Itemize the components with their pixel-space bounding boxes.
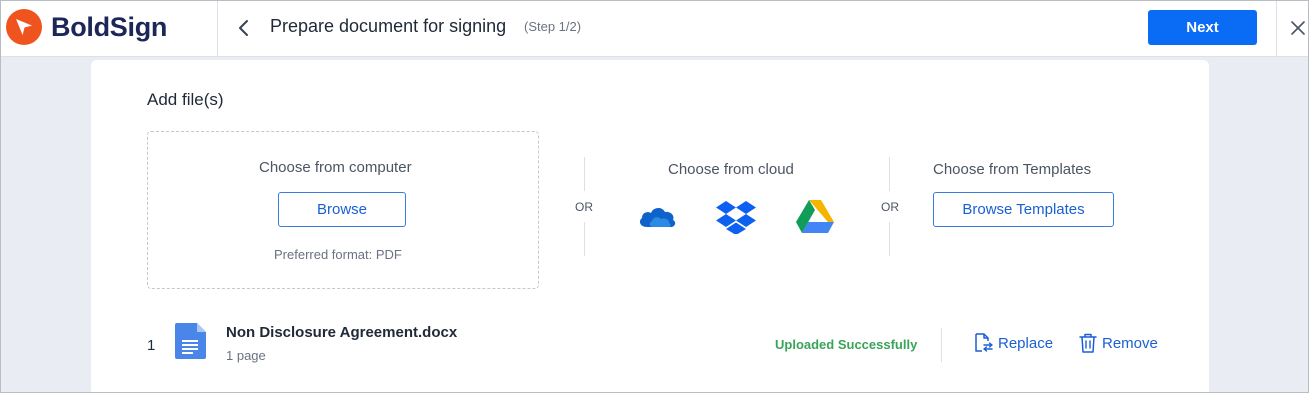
or-divider-bottom [584,222,585,256]
close-icon [1291,21,1305,35]
remove-label: Remove [1102,334,1158,352]
browse-button[interactable]: Browse [278,192,406,227]
choose-from-computer-label: Choose from computer [259,159,412,176]
dropbox-icon[interactable] [716,199,756,234]
step-indicator: (Step 1/2) [524,19,582,34]
or-divider-top [584,157,585,191]
file-page-count: 1 page [226,348,266,363]
or-divider-top-2 [889,157,890,191]
boldsign-logo[interactable]: BoldSign [6,9,167,45]
brand-name: BoldSign [51,11,168,42]
or-divider-bottom-2 [889,222,890,256]
remove-button[interactable]: Remove [1079,333,1158,353]
next-button[interactable]: Next [1148,10,1257,45]
onedrive-icon[interactable] [637,203,677,229]
choose-from-cloud-label: Choose from cloud [668,161,794,178]
header-divider [217,0,218,57]
page-title: Prepare document for signing [270,16,507,36]
file-name: Non Disclosure Agreement.docx [226,324,458,341]
replace-button[interactable]: Replace [973,333,1053,353]
browse-templates-button[interactable]: Browse Templates [933,192,1114,227]
back-button[interactable] [232,14,256,42]
section-title: Add file(s) [147,90,224,109]
trash-icon [1079,333,1097,353]
close-button[interactable] [1286,16,1309,40]
top-bar: BoldSign Prepare document for signing (S… [0,0,1309,57]
boldsign-logo-icon [6,9,42,45]
header-divider-right [1276,0,1277,57]
preferred-format-hint: Preferred format: PDF [274,247,402,262]
replace-label: Replace [998,334,1054,352]
or-label-2: OR [881,200,899,214]
word-document-icon [175,323,206,359]
chevron-left-icon [239,20,248,36]
file-index: 1 [147,337,156,354]
google-drive-icon[interactable] [796,200,834,233]
replace-file-icon [975,333,993,352]
upload-status-badge: Uploaded Successfully [775,337,918,352]
or-label: OR [575,200,593,214]
choose-from-templates-label: Choose from Templates [933,161,1092,178]
add-files-card: Add file(s) Choose from computer Browse … [91,60,1209,393]
row-divider [941,328,942,362]
